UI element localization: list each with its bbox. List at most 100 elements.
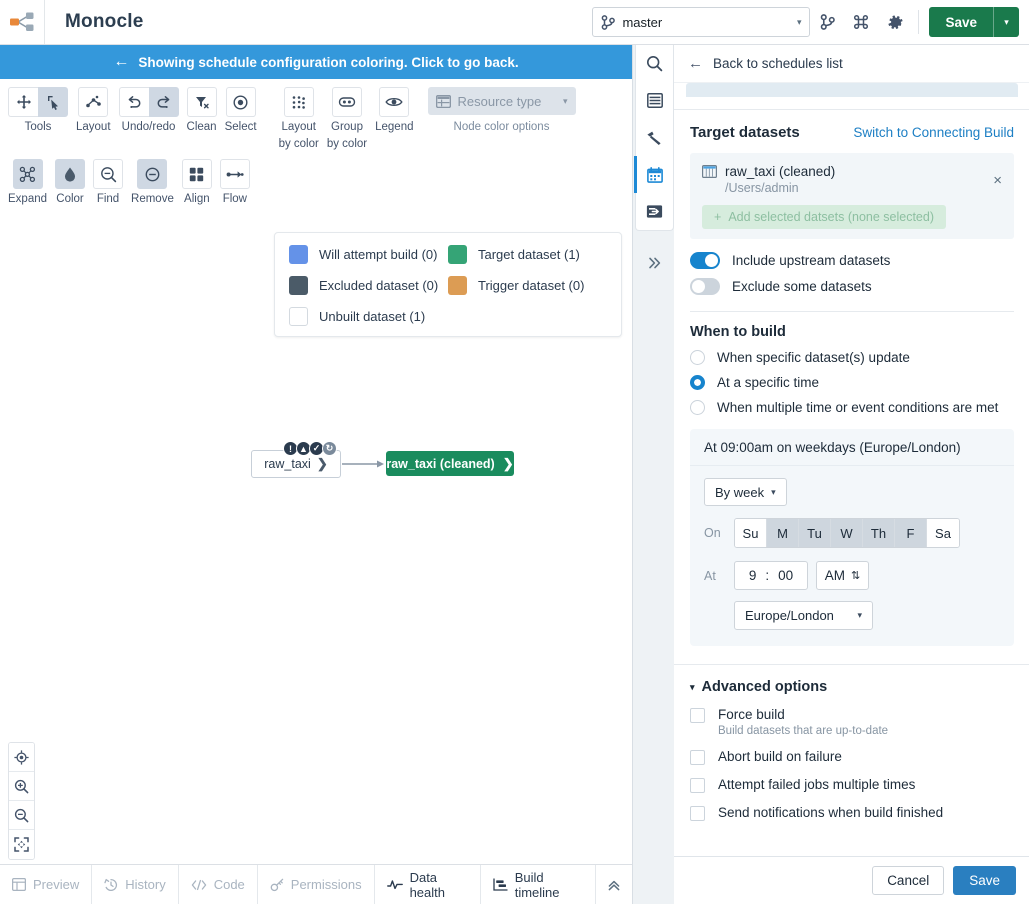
save-dropdown-button[interactable]: ▾ [993, 7, 1019, 37]
schedule-editor: At 09:00am on weekdays (Europe/London) B… [690, 429, 1014, 646]
radio-dataset-update[interactable] [690, 350, 705, 365]
ampm-stepper[interactable]: AM ⇅ [816, 561, 869, 590]
checkbox-notifications[interactable] [690, 806, 705, 821]
right-rail [634, 45, 674, 231]
add-selected-datasets-button[interactable]: + Add selected datsets (none selected) [702, 205, 946, 229]
panel-save-button[interactable]: Save [953, 866, 1016, 895]
branch-icon [820, 14, 835, 30]
when-to-build-option-dataset-update[interactable]: When specific dataset(s) update [690, 350, 1014, 365]
chevron-down-icon: ▾ [857, 610, 862, 620]
graph-node-logo-icon [9, 10, 35, 34]
chevron-down-icon: ▾ [771, 486, 776, 497]
redo-button[interactable] [148, 87, 179, 117]
bottom-tab-build-timeline[interactable]: Build timeline [481, 865, 596, 904]
rail-schedules-button[interactable] [634, 156, 673, 193]
rail-list-button[interactable] [636, 82, 673, 119]
coloring-banner-text: Showing schedule configuration coloring.… [138, 54, 519, 70]
recenter-button[interactable] [9, 743, 34, 772]
remove-button[interactable] [137, 159, 168, 189]
timezone-select[interactable]: Europe/London ▾ [734, 601, 873, 630]
add-selected-datasets-label: Add selected datsets (none selected) [728, 210, 934, 224]
app-logo[interactable] [0, 0, 45, 44]
select-button[interactable] [225, 87, 256, 117]
bottom-tab-code[interactable]: Code [179, 865, 258, 904]
toolbar-group-undo-redo: Undo/redo [118, 87, 179, 134]
hour-input[interactable]: 9 [749, 568, 757, 583]
find-button[interactable] [93, 159, 124, 189]
flow-button[interactable] [219, 159, 250, 189]
branch-selector[interactable]: master ▾ [592, 7, 811, 37]
layout-graph-button[interactable] [78, 87, 109, 117]
rail-import-button[interactable] [636, 193, 673, 230]
collapse-bottom-bar-button[interactable] [596, 865, 632, 904]
branches-button[interactable] [810, 6, 844, 38]
clean-button[interactable] [186, 87, 217, 117]
advanced-options-toggle[interactable]: ▾ Advanced options [690, 679, 1014, 695]
checkbox-label: Send notifications when build finished [718, 805, 944, 820]
toolbar-label-color: Color [56, 193, 84, 205]
cancel-button[interactable]: Cancel [872, 866, 945, 895]
expand-rail-button[interactable] [635, 243, 674, 283]
day-f[interactable]: F [895, 519, 927, 547]
bottom-tab-history[interactable]: History [92, 865, 179, 904]
radio-multiple-conditions[interactable] [690, 400, 705, 415]
color-button[interactable] [55, 159, 86, 189]
radio-specific-time[interactable] [690, 375, 705, 390]
when-to-build-option-specific-time[interactable]: At a specific time [690, 375, 1014, 390]
exclude-some-datasets-toggle[interactable] [690, 278, 720, 295]
advanced-option-notifications[interactable]: Send notifications when build finished [690, 805, 1014, 821]
branch-name: master [622, 14, 663, 30]
day-th[interactable]: Th [863, 519, 895, 547]
move-tool-button[interactable] [8, 87, 38, 117]
sync-badge[interactable]: ↻ [322, 441, 337, 456]
key-icon [270, 878, 284, 892]
legend-toggle-button[interactable] [379, 87, 410, 117]
schedule-summary: At 09:00am on weekdays (Europe/London) [690, 429, 1014, 466]
zoom-out-button[interactable] [9, 801, 34, 830]
select-cursor-tool-button[interactable] [38, 87, 68, 117]
day-w[interactable]: W [831, 519, 863, 547]
checkbox-force-build[interactable] [690, 708, 705, 723]
triangle-down-icon: ▾ [690, 681, 695, 692]
day-su[interactable]: Su [735, 519, 767, 547]
bottom-tab-permissions[interactable]: Permissions [258, 865, 375, 904]
toolbar-group-layout: Layout [76, 87, 111, 134]
switch-to-connecting-build-link[interactable]: Switch to Connecting Build [853, 125, 1014, 140]
day-m[interactable]: M [767, 519, 799, 547]
layout-by-color-button[interactable] [283, 87, 314, 117]
day-tu[interactable]: Tu [799, 519, 831, 547]
zoom-in-button[interactable] [9, 772, 34, 801]
fit-to-screen-button[interactable] [9, 830, 34, 859]
advanced-option-abort-on-failure[interactable]: Abort build on failure [690, 749, 1014, 765]
when-to-build-option-multiple-conditions[interactable]: When multiple time or event conditions a… [690, 400, 1014, 415]
toolbar-label-find: Find [96, 193, 120, 205]
bottom-tab-preview[interactable]: Preview [0, 865, 93, 904]
advanced-option-retry-jobs[interactable]: Attempt failed jobs multiple times [690, 777, 1014, 793]
advanced-option-force-build[interactable]: Force build Build datasets that are up-t… [690, 707, 1014, 737]
day-sa[interactable]: Sa [927, 519, 959, 547]
undo-button[interactable] [118, 87, 149, 117]
remove-target-dataset-button[interactable]: × [993, 173, 1002, 188]
graph-node-raw-taxi-cleaned[interactable]: raw_taxi (cleaned) ❯ [386, 451, 514, 476]
bottom-tab-data-health[interactable]: Data health [375, 865, 481, 904]
back-to-schedules-list-button[interactable]: ← Back to schedules list [674, 45, 1029, 83]
radio-label: When specific dataset(s) update [717, 350, 910, 365]
align-button[interactable] [181, 159, 212, 189]
resource-type-select[interactable]: Resource type ▾ [427, 87, 576, 115]
group-by-color-button[interactable] [331, 87, 362, 117]
save-button[interactable]: Save [929, 7, 993, 37]
command-palette-button[interactable] [844, 6, 878, 38]
rail-build-button[interactable] [636, 119, 673, 156]
days-of-week-row: On Su M Tu W Th F Sa [704, 518, 1000, 548]
frequency-select[interactable]: By week ▾ [704, 478, 787, 506]
settings-button[interactable] [878, 6, 912, 38]
bottom-tab-label: History [125, 877, 166, 892]
expand-button[interactable] [12, 159, 43, 189]
include-upstream-datasets-toggle[interactable] [690, 252, 720, 269]
time-input[interactable]: 9 : 00 [734, 561, 808, 590]
checkbox-abort-on-failure[interactable] [690, 750, 705, 765]
checkbox-retry-jobs[interactable] [690, 778, 705, 793]
coloring-banner[interactable]: ← Showing schedule configuration colorin… [0, 45, 632, 79]
minute-input[interactable]: 00 [778, 568, 793, 583]
rail-search-button[interactable] [636, 45, 673, 82]
